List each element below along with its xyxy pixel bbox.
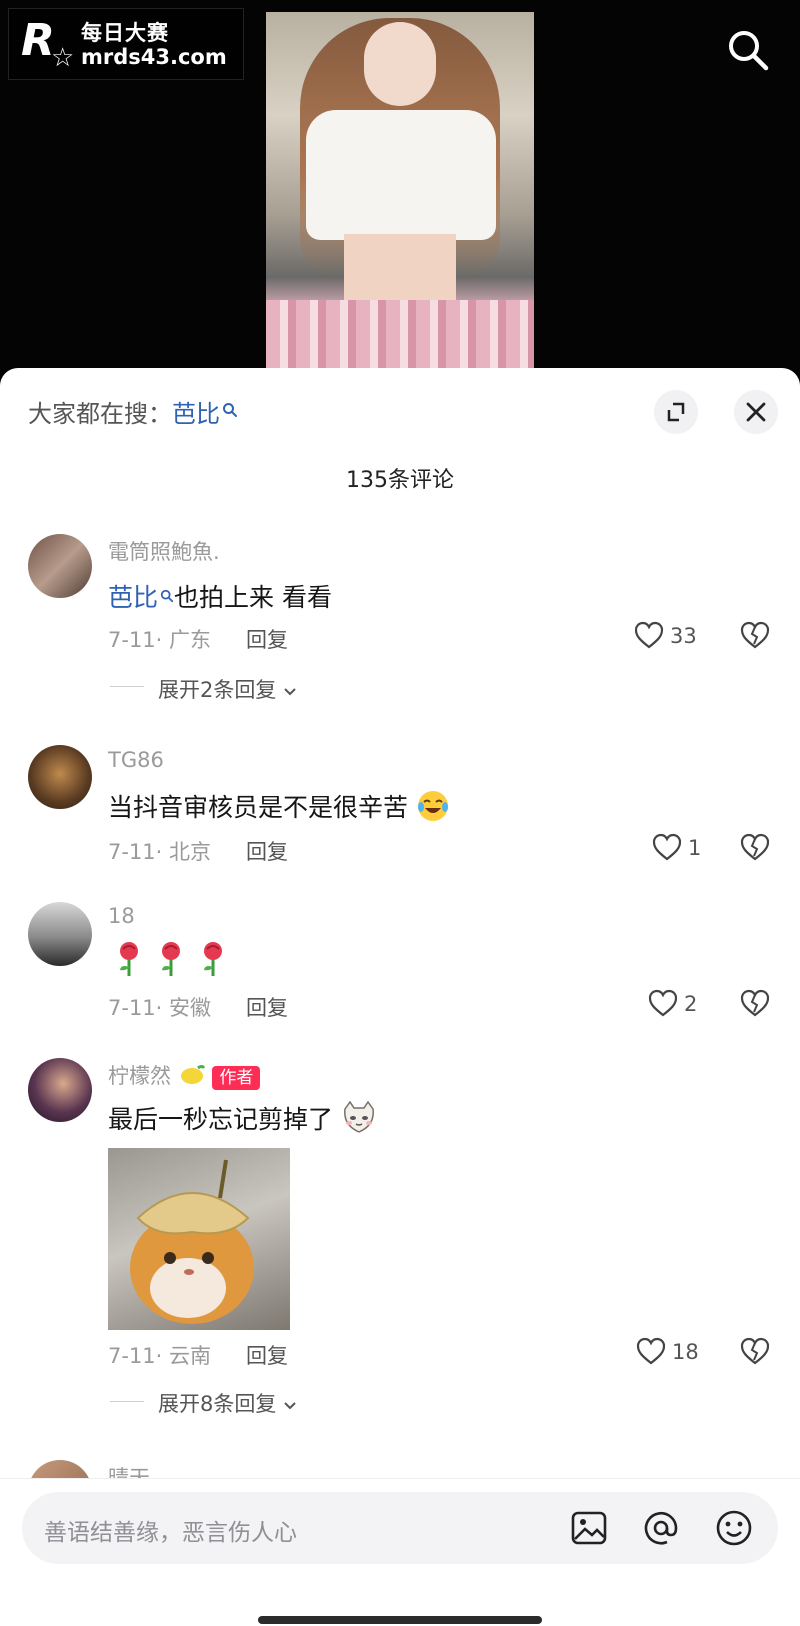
comment-body: 当抖音审核员是不是很辛苦 [108,793,409,822]
expand-sheet-button[interactable] [654,390,698,434]
comment-meta: 7-11· 广东 [108,628,212,652]
comment-keyword-link[interactable]: 芭比 [108,583,158,612]
like-icon[interactable] [636,1337,666,1369]
like-count: 18 [672,1340,699,1364]
like-icon[interactable] [648,989,678,1021]
comment-meta: 7-11· 安徽 [108,996,212,1020]
author-badge: 作者 [212,1066,261,1090]
hot-search-prefix: 大家都在搜： [28,400,172,428]
divider [110,1401,144,1402]
watermark-url: mrds43.com [81,45,227,69]
avatar[interactable] [28,1058,92,1122]
hot-search-keyword[interactable]: 芭比 [172,400,220,428]
comment-text: 当抖音审核员是不是很辛苦 [108,788,450,829]
home-indicator[interactable] [258,1616,542,1624]
video-player[interactable] [266,12,534,380]
comment-text: 芭比 也拍上来 看看 [108,578,332,614]
reply-button[interactable]: 回复 [246,992,288,1022]
like-icon[interactable] [634,621,664,653]
dislike-icon[interactable] [740,1337,770,1369]
image-icon[interactable] [570,1509,608,1551]
search-icon [160,580,174,609]
emoji-icon[interactable] [715,1509,753,1551]
like-count: 1 [688,836,702,860]
like-count: 2 [684,992,698,1016]
comment-input-placeholder[interactable]: 善语结善缘，恶言伤人心 [44,1513,297,1547]
comment-username[interactable]: 柠檬然 作者 [108,1060,261,1092]
comment-text: 最后一秒忘记剪掉了 [108,1100,377,1141]
watermark-cn: 每日大赛 [81,21,169,45]
comment-meta: 7-11· 云南 [108,1344,212,1368]
reply-button[interactable]: 回复 [246,836,288,866]
comment-username[interactable]: 18 [108,904,135,928]
dislike-icon[interactable] [740,621,770,653]
expand-replies-button[interactable]: 展开2条回复 [158,674,297,704]
like-icon[interactable] [652,833,682,865]
cat-face-emoji [341,1100,377,1141]
chevron-down-icon [283,1392,297,1416]
comment-text [112,940,230,984]
search-icon[interactable] [726,28,770,72]
comment-username[interactable]: 電筒照鮑魚. [108,536,220,566]
comment-username-text: 柠檬然 [108,1064,171,1088]
comment-count-title: 135条评论 [346,468,454,493]
rose-emoji [112,940,146,984]
comment-meta: 7-11· 北京 [108,840,212,864]
hot-search-bar[interactable]: 大家都在搜：芭比 [28,394,238,429]
lemon-emoji [178,1063,206,1092]
like-count: 33 [670,624,697,648]
watermark-logo: R ☆ 每日大赛 mrds43.com [8,8,244,80]
avatar[interactable] [28,902,92,966]
comment-body: 也拍上来 看看 [174,583,332,612]
laugh-cry-emoji [416,789,450,829]
expand-replies-label: 展开2条回复 [158,678,277,702]
dislike-icon[interactable] [740,989,770,1021]
search-icon [222,396,238,424]
mention-icon[interactable] [642,1509,680,1551]
rose-emoji [196,940,230,984]
rose-emoji [154,940,188,984]
reply-button[interactable]: 回复 [246,1340,288,1370]
dislike-icon[interactable] [740,833,770,865]
close-button[interactable] [734,390,778,434]
divider [110,686,144,687]
expand-replies-button[interactable]: 展开8条回复 [158,1388,297,1418]
avatar[interactable] [28,745,92,809]
avatar[interactable] [28,534,92,598]
expand-replies-label: 展开8条回复 [158,1392,277,1416]
comment-username[interactable]: TG86 [108,748,164,772]
comment-body: 最后一秒忘记剪掉了 [108,1105,334,1134]
reply-button[interactable]: 回复 [246,624,288,654]
comment-image[interactable] [108,1148,290,1330]
chevron-down-icon [283,678,297,702]
